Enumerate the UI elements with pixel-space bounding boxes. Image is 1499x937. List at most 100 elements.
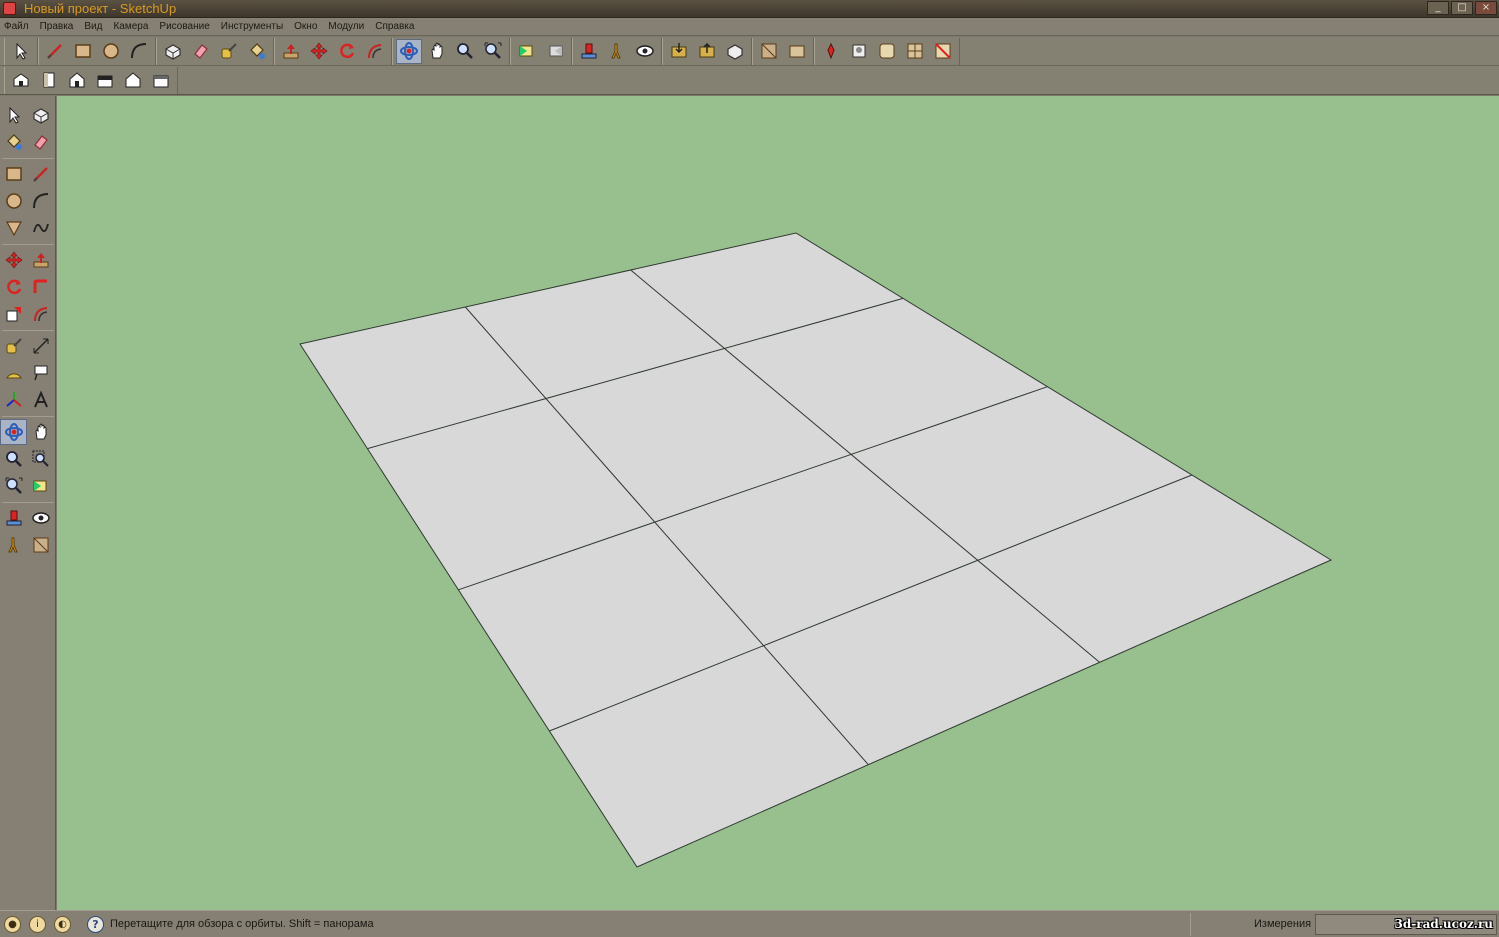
walk-icon[interactable] [0, 532, 27, 558]
pan-icon-glyph [431, 42, 443, 59]
tape-measure-icon[interactable] [216, 39, 242, 64]
rectangle-icon[interactable] [0, 161, 27, 187]
rectangle-icon[interactable] [70, 39, 96, 64]
close-button[interactable]: × [1475, 1, 1497, 15]
scale-icon[interactable] [0, 301, 27, 327]
axes-icon[interactable] [0, 387, 27, 413]
help-icon[interactable]: ? [87, 916, 104, 933]
next-view-icon[interactable] [542, 39, 568, 64]
follow-me-icon[interactable] [27, 274, 54, 300]
back-view-icon[interactable] [120, 68, 146, 93]
look-around-icon[interactable] [27, 505, 54, 531]
previous-view-icon[interactable] [514, 39, 540, 64]
share-model-icon[interactable] [694, 39, 720, 64]
offset-icon[interactable] [362, 39, 388, 64]
pan-icon[interactable] [27, 419, 54, 445]
paint-bucket-icon[interactable] [244, 39, 270, 64]
menu-plugins[interactable]: Модули [328, 21, 364, 32]
menu-view[interactable]: Вид [84, 21, 102, 32]
section-display-icon[interactable] [784, 39, 810, 64]
section-plane-icon[interactable] [27, 532, 54, 558]
pan-icon[interactable] [424, 39, 450, 64]
position-camera-icon-glyph [6, 510, 21, 526]
minimize-button[interactable]: _ [1427, 1, 1449, 15]
offset-icon[interactable] [27, 301, 54, 327]
tape-measure-icon[interactable] [0, 333, 27, 359]
arc-icon[interactable] [27, 188, 54, 214]
rotate-icon-glyph [340, 43, 355, 59]
zoom-extents-icon[interactable] [0, 473, 27, 499]
menu-camera[interactable]: Камера [113, 21, 148, 32]
menu-edit[interactable]: Правка [40, 21, 74, 32]
line-icon[interactable] [42, 39, 68, 64]
move-icon[interactable] [0, 247, 27, 273]
palette-row [0, 102, 56, 128]
zoom-extents-icon[interactable] [480, 39, 506, 64]
menu-draw[interactable]: Рисование [159, 21, 209, 32]
push-pull-icon[interactable] [278, 39, 304, 64]
menu-window[interactable]: Окно [294, 21, 317, 32]
push-pull-icon[interactable] [27, 247, 54, 273]
menu-tools[interactable]: Инструменты [221, 21, 283, 32]
geo-location-icon[interactable]: ● [4, 916, 21, 933]
protractor-icon[interactable] [0, 360, 27, 386]
rotate-icon[interactable] [334, 39, 360, 64]
orbit-icon[interactable] [0, 419, 27, 445]
polygon-icon[interactable] [0, 215, 27, 241]
section-plane-icon[interactable] [756, 39, 782, 64]
front-view-icon[interactable] [64, 68, 90, 93]
circle-icon[interactable] [0, 188, 27, 214]
sandbox-stamp-icon[interactable] [846, 39, 872, 64]
menu-help[interactable]: Справка [375, 21, 414, 32]
drawing-viewport[interactable] [57, 96, 1499, 910]
line-icon-glyph [32, 167, 48, 182]
user-icon[interactable]: ◐ [54, 916, 71, 933]
line-icon[interactable] [27, 161, 54, 187]
make-component-icon[interactable] [160, 39, 186, 64]
walk-icon[interactable] [604, 39, 630, 64]
sketchup-app-icon[interactable] [3, 2, 16, 15]
look-around-icon[interactable] [632, 39, 658, 64]
previous-view-icon[interactable] [27, 473, 54, 499]
window-controls: _ □ × [1427, 1, 1497, 15]
3d-text-icon[interactable] [27, 387, 54, 413]
get-models-icon[interactable] [666, 39, 692, 64]
make-component-icon[interactable] [27, 102, 54, 128]
sandbox-flip-edge-icon[interactable] [930, 39, 956, 64]
dimension-icon[interactable] [27, 333, 54, 359]
zoom-window-icon[interactable] [27, 446, 54, 472]
circle-icon[interactable] [98, 39, 124, 64]
eraser-icon[interactable] [27, 129, 54, 155]
sandbox-from-contours-icon[interactable] [818, 39, 844, 64]
sandbox-drape-icon[interactable] [874, 39, 900, 64]
iso-view-icon[interactable] [8, 68, 34, 93]
zoom-icon[interactable] [452, 39, 478, 64]
share-component-icon[interactable] [722, 39, 748, 64]
eraser-icon-glyph [194, 44, 208, 59]
menu-file[interactable]: Файл [4, 21, 29, 32]
text-icon[interactable] [27, 360, 54, 386]
right-view-icon[interactable] [92, 68, 118, 93]
zoom-icon[interactable] [0, 446, 27, 472]
move-icon[interactable] [306, 39, 332, 64]
freehand-icon[interactable] [27, 215, 54, 241]
orbit-icon[interactable] [396, 38, 422, 64]
palette-row [0, 247, 56, 273]
top-view-icon[interactable] [36, 68, 62, 93]
palette-row [0, 161, 56, 187]
paint-bucket-icon[interactable] [0, 129, 27, 155]
left-view-icon[interactable] [148, 68, 174, 93]
ground-face[interactable] [299, 232, 1333, 868]
arc-icon[interactable] [126, 39, 152, 64]
position-camera-icon[interactable] [576, 39, 602, 64]
toolbar-group [274, 37, 392, 65]
rotate-icon[interactable] [0, 274, 27, 300]
sandbox-smoove-icon[interactable] [902, 39, 928, 64]
eraser-icon[interactable] [188, 39, 214, 64]
position-camera-icon[interactable] [0, 505, 27, 531]
select-icon[interactable] [0, 102, 27, 128]
select-icon[interactable] [8, 39, 34, 64]
maximize-button[interactable]: □ [1451, 1, 1473, 15]
credits-icon[interactable]: i [29, 916, 46, 933]
scene-canvas[interactable] [57, 96, 1499, 910]
